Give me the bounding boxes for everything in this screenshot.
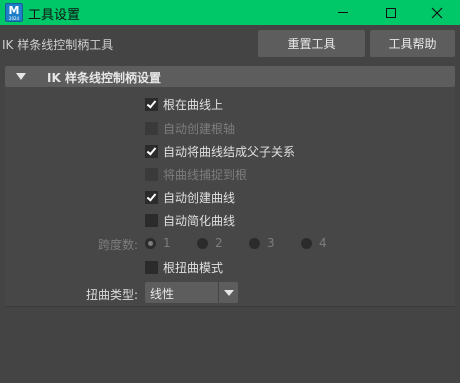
section-title: IK 样条线控制柄设置	[47, 71, 161, 85]
twist-type-label: 扭曲类型:	[86, 288, 139, 302]
option-auto-simplify-curve[interactable]: 自动简化曲线	[145, 212, 235, 228]
option-label: 自动创建曲线	[163, 190, 236, 205]
radio-button	[301, 237, 312, 249]
checkbox[interactable]	[145, 260, 158, 274]
option-auto-parent-curve[interactable]: 自动将曲线结成父子关系	[145, 143, 295, 159]
close-button[interactable]	[414, 0, 460, 25]
twist-type-dropdown[interactable]: 线性	[145, 282, 238, 303]
checkbox[interactable]	[145, 190, 158, 204]
span-radio-2: 2	[197, 236, 223, 250]
option-label: 将曲线捕捉到根	[163, 167, 248, 182]
span-radio-1: 1	[145, 236, 171, 250]
option-label: 自动创建根轴	[163, 121, 236, 136]
option-snap-curve-to-root: 将曲线捕捉到根	[145, 166, 247, 182]
close-icon	[431, 7, 443, 18]
option-label: 自动简化曲线	[163, 213, 236, 228]
radio-button	[145, 237, 156, 249]
radio-label: 3	[267, 236, 275, 250]
checkmark-icon	[146, 97, 157, 109]
option-root-twist-mode[interactable]: 根扭曲模式	[145, 259, 223, 275]
option-label: 根扭曲模式	[163, 260, 224, 275]
radio-label: 1	[163, 236, 171, 250]
radio-button	[197, 237, 208, 249]
tool-name-label: IK 样条线控制柄工具	[2, 38, 114, 52]
radio-label: 4	[319, 236, 327, 250]
chevron-down-icon	[223, 289, 234, 296]
tool-help-button[interactable]: 工具帮助	[370, 30, 455, 57]
option-auto-create-curve[interactable]: 自动创建曲线	[145, 189, 235, 205]
checkbox[interactable]	[145, 97, 158, 111]
checkbox[interactable]	[145, 144, 158, 158]
option-root-on-curve[interactable]: 根在曲线上	[145, 96, 223, 112]
minimize-button[interactable]	[320, 0, 366, 25]
checkbox	[145, 167, 158, 181]
twist-type-value: 线性	[150, 287, 175, 301]
checkmark-icon	[146, 190, 157, 202]
option-auto-create-root-axis: 自动创建根轴	[145, 120, 235, 136]
span-count-label: 跨度数:	[98, 238, 139, 252]
collapse-triangle-icon	[16, 73, 26, 80]
window-title: 工具设置	[28, 8, 81, 23]
span-radio-4: 4	[301, 236, 327, 250]
checkbox	[145, 121, 158, 135]
maximize-button[interactable]	[368, 0, 414, 25]
span-radio-3: 3	[249, 236, 275, 250]
dropdown-button[interactable]	[218, 282, 238, 303]
maximize-icon	[386, 7, 396, 18]
reset-tool-button[interactable]: 重置工具	[258, 30, 365, 57]
option-label: 自动将曲线结成父子关系	[163, 144, 296, 159]
app-icon-sub: 2024	[8, 16, 20, 21]
title-bar: M 2024 工具设置	[0, 0, 460, 25]
checkmark-icon	[146, 144, 157, 156]
section-header[interactable]: IK 样条线控制柄设置	[5, 66, 455, 87]
minimize-icon	[338, 12, 348, 13]
checkbox[interactable]	[145, 213, 158, 227]
maya-app-icon: M 2024	[5, 3, 23, 22]
option-label: 根在曲线上	[163, 97, 224, 112]
radio-button	[249, 237, 260, 249]
radio-label: 2	[215, 236, 223, 250]
